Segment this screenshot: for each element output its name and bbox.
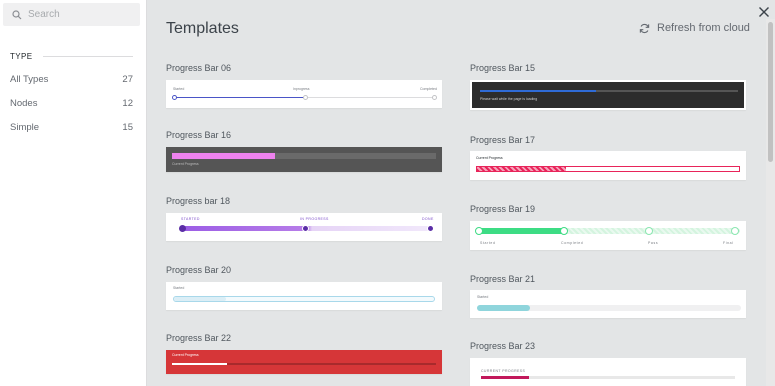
template-label: Progress Bar 16 — [166, 130, 232, 140]
step-check-icon — [645, 227, 653, 235]
progress-caption: CURRENT PROGRESS — [481, 369, 526, 373]
template-progress-bar-18[interactable]: STARTED IN PROGRESS DONE — [166, 213, 442, 241]
step-dot — [302, 225, 309, 232]
progress-fill — [174, 297, 226, 301]
template-label: Progress Bar 15 — [470, 63, 536, 73]
progress-caption: Current Progress — [172, 162, 199, 166]
filter-count: 15 — [122, 122, 133, 133]
step-dot — [172, 95, 177, 100]
step-dot — [432, 95, 437, 100]
scrollbar[interactable] — [766, 19, 775, 386]
refresh-icon — [639, 23, 650, 33]
progress-fill — [477, 305, 530, 311]
close-icon[interactable] — [758, 6, 770, 18]
filter-simple[interactable]: Simple 15 — [10, 122, 133, 133]
step-label: Pass — [648, 241, 659, 245]
step-dot — [179, 225, 186, 232]
template-label: Progress Bar 22 — [166, 333, 232, 343]
filter-count: 12 — [122, 98, 133, 109]
step-label: Final — [723, 241, 734, 245]
template-progress-bar-21[interactable]: Started — [470, 290, 746, 318]
step-label: Completed — [420, 87, 437, 91]
step-label: STARTED — [181, 217, 200, 221]
filter-label: Simple — [10, 122, 40, 133]
progress-fill — [480, 90, 596, 92]
step-dot — [427, 225, 434, 232]
template-progress-bar-16[interactable]: Current Progress — [166, 147, 442, 172]
progress-fill — [478, 228, 564, 234]
template-progress-bar-17[interactable]: Current Progress — [470, 151, 746, 180]
search-input[interactable] — [28, 9, 128, 20]
template-progress-bar-20[interactable]: Started — [166, 282, 442, 310]
template-label: Progress Bar 17 — [470, 135, 536, 145]
progress-caption: Started — [477, 295, 489, 299]
step-check-icon — [560, 227, 568, 235]
template-label: Progress Bar 20 — [166, 265, 232, 275]
divider — [42, 56, 133, 57]
page-title: Templates — [166, 20, 239, 37]
step-label: DONE — [422, 217, 434, 221]
step-label: Started — [480, 241, 496, 245]
filter-all-types[interactable]: All Types 27 — [10, 74, 133, 85]
sidebar: TYPE All Types 27 Nodes 12 Simple 15 — [0, 0, 147, 386]
progress-fill — [174, 97, 305, 98]
step-label: Completed — [561, 241, 584, 245]
progress-fill — [172, 153, 275, 159]
progress-caption: Please wait while the page is loading — [480, 97, 538, 101]
progress-caption: Current Progress — [476, 156, 503, 160]
step-dot — [303, 95, 308, 100]
template-label: Progress bar 18 — [166, 196, 231, 206]
template-progress-bar-22[interactable]: Current Progress — [166, 350, 442, 374]
progress-caption: Started — [173, 286, 185, 290]
search-box[interactable] — [3, 3, 140, 26]
step-label: Started — [173, 87, 185, 91]
template-progress-bar-23[interactable]: CURRENT PROGRESS — [470, 358, 746, 386]
filter-label: Nodes — [10, 98, 38, 109]
progress-caption: Current Progress — [172, 353, 199, 357]
search-icon — [12, 9, 22, 19]
template-label: Progress Bar 19 — [470, 204, 536, 214]
template-progress-bar-06[interactable]: Started Inprogress Completed — [166, 80, 442, 108]
filter-count: 27 — [122, 74, 133, 85]
type-section-label: TYPE — [10, 52, 33, 61]
template-progress-bar-19[interactable]: Started Completed Pass Final — [470, 221, 746, 250]
step-label: Inprogress — [293, 87, 310, 91]
template-label: Progress Bar 06 — [166, 63, 232, 73]
refresh-label: Refresh from cloud — [657, 22, 750, 34]
step-label: IN PROGRESS — [300, 217, 329, 221]
progress-fill — [477, 167, 566, 171]
type-section-header: TYPE — [10, 52, 133, 61]
progress-fill — [172, 363, 227, 365]
step-check-icon — [475, 227, 483, 235]
scrollbar-thumb[interactable] — [768, 22, 773, 162]
refresh-from-cloud-button[interactable]: Refresh from cloud — [639, 22, 750, 34]
filter-label: All Types — [10, 74, 49, 85]
step-check-icon — [731, 227, 739, 235]
filter-nodes[interactable]: Nodes 12 — [10, 98, 133, 109]
progress-fill — [481, 376, 529, 379]
template-label: Progress Bar 23 — [470, 341, 536, 351]
template-label: Progress Bar 21 — [470, 274, 536, 284]
template-progress-bar-15[interactable]: Please wait while the page is loading — [470, 80, 746, 110]
